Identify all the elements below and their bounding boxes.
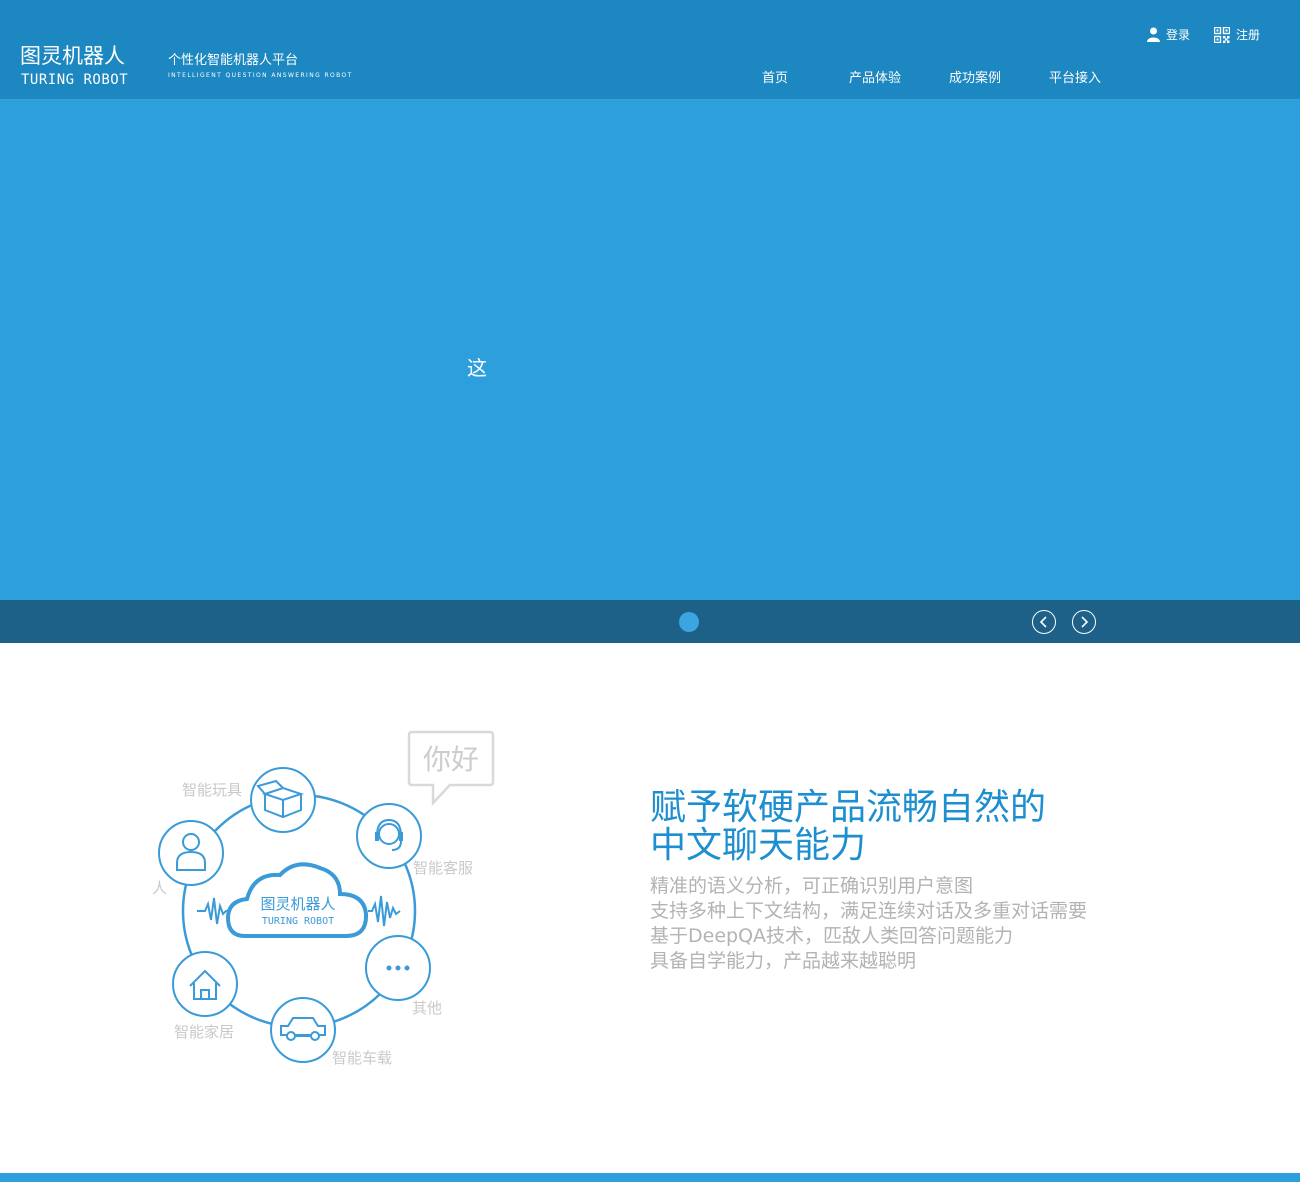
user-icon xyxy=(1146,27,1160,42)
slogan-en: INTELLIGENT QUESTION ANSWERING ROBOT xyxy=(168,72,353,79)
center-logo-cn: 图灵机器人 xyxy=(260,895,335,913)
register-label: 注册 xyxy=(1235,28,1260,42)
feature-description: 精准的语义分析，可正确识别用户意图 支持多种上下文结构，满足连续对话及多重对话需… xyxy=(650,875,1090,975)
prev-slide-button[interactable] xyxy=(1032,610,1056,634)
label-smart-car: 智能车载 xyxy=(332,1049,393,1067)
slogan-cn: 个性化智能机器人平台 xyxy=(168,53,299,68)
logo-cn-text: 图灵机器人 xyxy=(20,44,125,68)
feature-desc-line: 基于DeepQA技术，匹敌人类回答问题能力 xyxy=(650,925,1014,947)
login-label: 登录 xyxy=(1165,28,1190,42)
site-slogan: 个性化智能机器人平台 INTELLIGENT QUESTION ANSWERIN… xyxy=(168,52,353,80)
slide-indicator-dot[interactable] xyxy=(679,612,699,632)
slider-controls xyxy=(0,600,1300,643)
more-dots-icon xyxy=(386,965,410,971)
feature-desc-line: 具备自学能力，产品越来越聪明 xyxy=(650,950,917,972)
register-link[interactable]: 注册 xyxy=(1213,26,1260,43)
label-robot: 人 xyxy=(152,879,168,897)
bubble-text: 你好 xyxy=(423,743,479,776)
nav-item-success-cases[interactable]: 成功案例 xyxy=(925,70,1025,88)
account-links: 登录 注册 xyxy=(1123,26,1260,43)
footer-strip xyxy=(0,1173,1300,1182)
label-smart-toy: 智能玩具 xyxy=(182,781,243,799)
diagram-graphic: 你好 图灵机器人 TURING ROBOT xyxy=(158,730,495,1063)
feature-title: 赋予软硬产品流畅自然的 中文聊天能力 xyxy=(650,789,1090,865)
main-nav: 首页 产品体验 成功案例 平台接入 xyxy=(725,70,1125,88)
site-header: 图灵机器人 TURING ROBOT 个性化智能机器人平台 INTELLIGEN… xyxy=(0,0,1300,100)
nav-item-product-experience[interactable]: 产品体验 xyxy=(825,70,925,88)
feature-title-line2: 中文聊天能力 xyxy=(650,825,867,866)
label-smart-service: 智能客服 xyxy=(413,859,474,877)
next-slide-button[interactable] xyxy=(1072,610,1096,634)
center-logo-en: TURING ROBOT xyxy=(262,916,334,927)
nav-item-home[interactable]: 首页 xyxy=(725,70,825,88)
label-smart-home: 智能家居 xyxy=(174,1023,235,1041)
hero-banner: 这 xyxy=(0,100,1300,600)
turing-robot-logo[interactable]: 图灵机器人 TURING ROBOT xyxy=(20,44,138,90)
feature-section: 你好 图灵机器人 TURING ROBOT 智能玩具 智能客服 人 其他 智能家… xyxy=(0,643,1300,1173)
label-other: 其他 xyxy=(412,999,443,1017)
feature-desc-line: 支持多种上下文结构，满足连续对话及多重对话需要 xyxy=(650,900,1088,922)
feature-desc-line: 精准的语义分析，可正确识别用户意图 xyxy=(650,875,974,897)
qr-code-icon xyxy=(1213,26,1230,43)
chevron-right-icon xyxy=(1081,616,1089,628)
product-scenario-diagram: 你好 图灵机器人 TURING ROBOT 智能玩具 智能客服 人 其他 智能家… xyxy=(150,728,510,1073)
banner-text: 这 xyxy=(467,356,487,380)
login-link[interactable]: 登录 xyxy=(1146,26,1190,43)
chevron-left-icon xyxy=(1039,616,1047,628)
nav-item-platform-access[interactable]: 平台接入 xyxy=(1025,70,1125,88)
logo-en-text: TURING ROBOT xyxy=(21,72,129,88)
feature-title-line1: 赋予软硬产品流畅自然的 xyxy=(650,787,1047,828)
